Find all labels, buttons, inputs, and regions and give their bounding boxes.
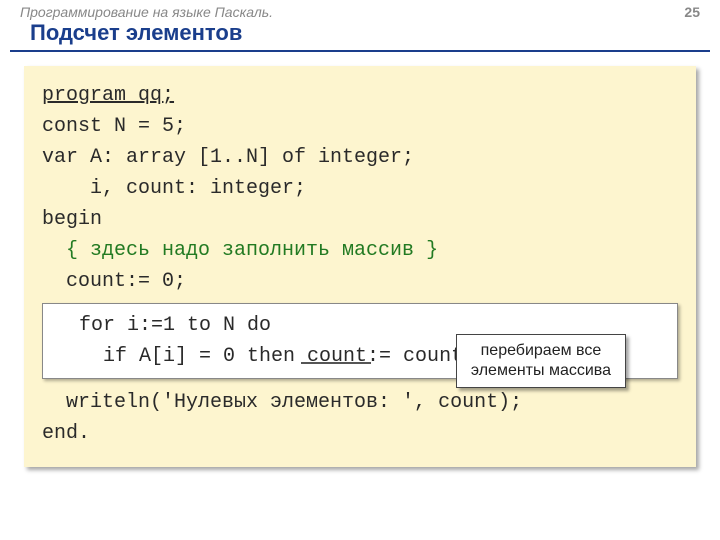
callout-line: перебираем все (471, 341, 611, 361)
code-line: var A: array [1..N] of integer; (42, 142, 678, 173)
callout-box: перебираем все элементы массива (456, 334, 626, 388)
subject-label: Программирование на языке Паскаль. (20, 4, 273, 20)
slide-header: Программирование на языке Паскаль. 25 (0, 0, 720, 20)
code-block: program qq; const N = 5; var A: array [1… (24, 66, 696, 467)
callout-line: элементы массива (471, 361, 611, 381)
code-line: begin (42, 204, 678, 235)
page-number: 25 (684, 4, 700, 20)
callout-connector (301, 362, 371, 364)
code-line: program qq; (42, 80, 678, 111)
code-line: writeln('Нулевых элементов: ', count); (42, 387, 678, 418)
code-comment: { здесь надо заполнить массив } (42, 235, 678, 266)
slide-title: Подсчет элементов (10, 20, 710, 52)
code-line: const N = 5; (42, 111, 678, 142)
code-line: i, count: integer; (42, 173, 678, 204)
code-line: count:= 0; (42, 266, 678, 297)
code-line: end. (42, 418, 678, 449)
